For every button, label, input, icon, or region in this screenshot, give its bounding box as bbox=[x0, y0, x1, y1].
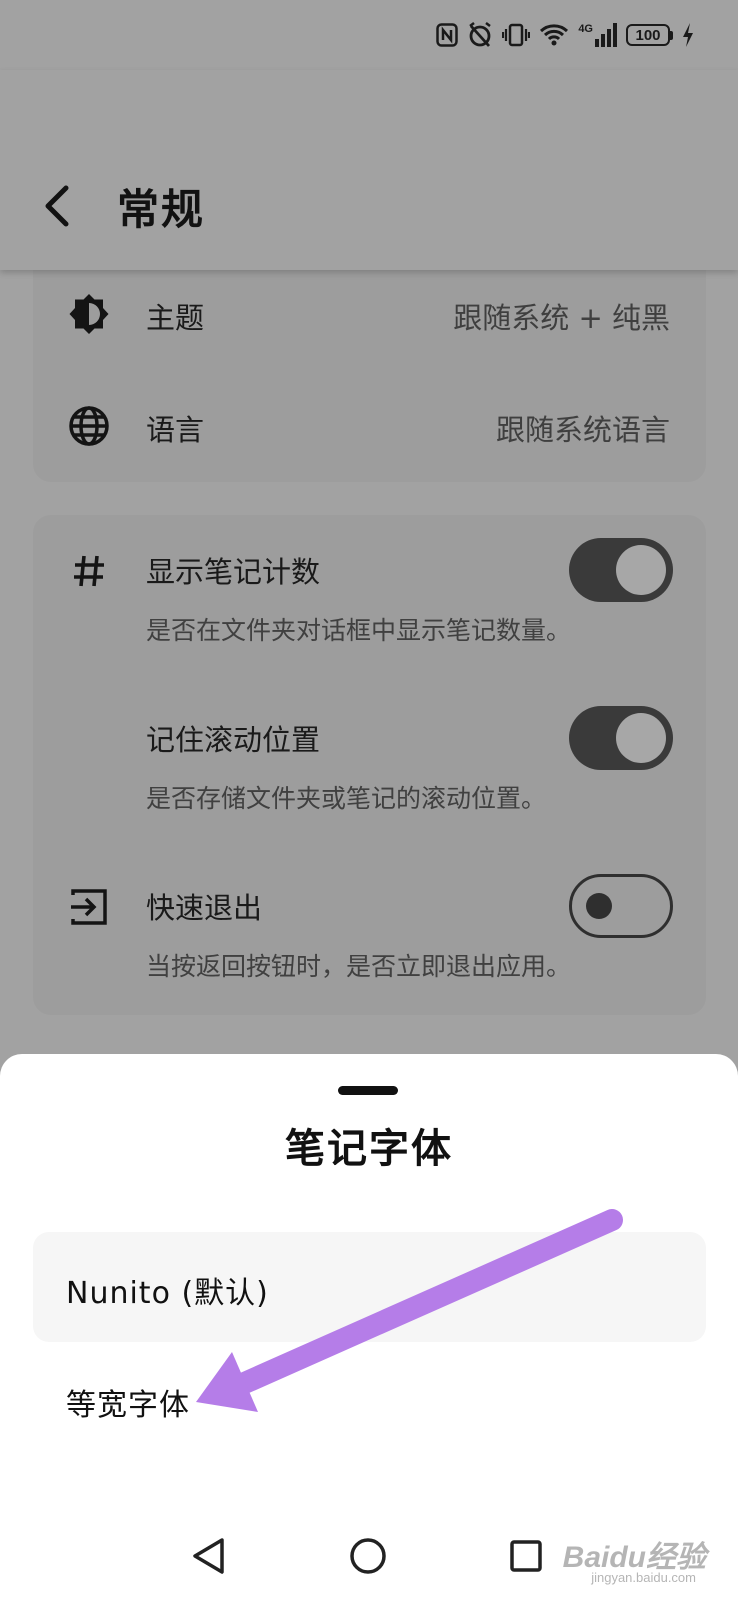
globe-icon bbox=[67, 404, 111, 448]
status-bar: 4G 100 bbox=[0, 0, 738, 70]
baidu-watermark: Baidu经验 jingyan.baidu.com bbox=[562, 1541, 706, 1585]
remember-scroll-toggle[interactable] bbox=[569, 706, 673, 770]
battery-icon: 100 bbox=[626, 24, 673, 46]
nav-home-button[interactable] bbox=[338, 1526, 398, 1586]
hash-icon bbox=[67, 549, 111, 593]
app-bar: 常规 bbox=[0, 70, 738, 270]
square-recents-icon bbox=[510, 1540, 542, 1572]
settings-card-behavior: 显示笔记计数 是否在文件夹对话框中显示笔记数量。 记住滚动位置 是否存储文件夹或… bbox=[33, 515, 706, 1015]
back-button[interactable] bbox=[36, 178, 76, 234]
quick-exit-toggle[interactable] bbox=[569, 874, 673, 938]
exit-icon bbox=[67, 885, 111, 929]
nfc-icon bbox=[436, 23, 459, 47]
cellular-4g-icon: 4G bbox=[578, 23, 617, 47]
alarm-off-icon bbox=[467, 22, 493, 48]
setting-theme[interactable]: 主题 跟随系统 + 纯黑 bbox=[33, 270, 706, 370]
settings-card-appearance: 主题 跟随系统 + 纯黑 语言 跟随系统语言 bbox=[33, 250, 706, 482]
charging-icon bbox=[682, 23, 694, 47]
setting-show-note-count[interactable]: 显示笔记计数 是否在文件夹对话框中显示笔记数量。 bbox=[33, 535, 706, 665]
theme-brightness-icon bbox=[67, 292, 111, 336]
font-option-monospace[interactable]: 等宽字体 bbox=[33, 1344, 706, 1454]
setting-quick-exit[interactable]: 快速退出 当按返回按钮时，是否立即退出应用。 bbox=[33, 871, 706, 1001]
drag-handle[interactable] bbox=[338, 1086, 398, 1095]
battery-level: 100 bbox=[626, 24, 670, 46]
nav-recents-button[interactable] bbox=[496, 1526, 556, 1586]
setting-language[interactable]: 语言 跟随系统语言 bbox=[33, 378, 706, 478]
setting-remember-scroll[interactable]: 记住滚动位置 是否存储文件夹或笔记的滚动位置。 bbox=[33, 703, 706, 833]
wifi-icon bbox=[539, 23, 569, 47]
show-note-count-toggle[interactable] bbox=[569, 538, 673, 602]
status-icons: 4G 100 bbox=[436, 20, 694, 50]
font-bottom-sheet: 笔记字体 Nunito (默认) 等宽字体 bbox=[0, 1054, 738, 1600]
back-arrow-icon bbox=[45, 185, 69, 227]
vibrate-icon bbox=[502, 23, 531, 47]
page-title: 常规 bbox=[117, 185, 206, 234]
nav-back-button[interactable] bbox=[178, 1526, 238, 1586]
sheet-title: 笔记字体 bbox=[285, 1126, 453, 1172]
circle-home-icon bbox=[350, 1538, 386, 1574]
triangle-back-icon bbox=[193, 1538, 224, 1574]
font-option-nunito[interactable]: Nunito (默认) bbox=[33, 1232, 706, 1342]
